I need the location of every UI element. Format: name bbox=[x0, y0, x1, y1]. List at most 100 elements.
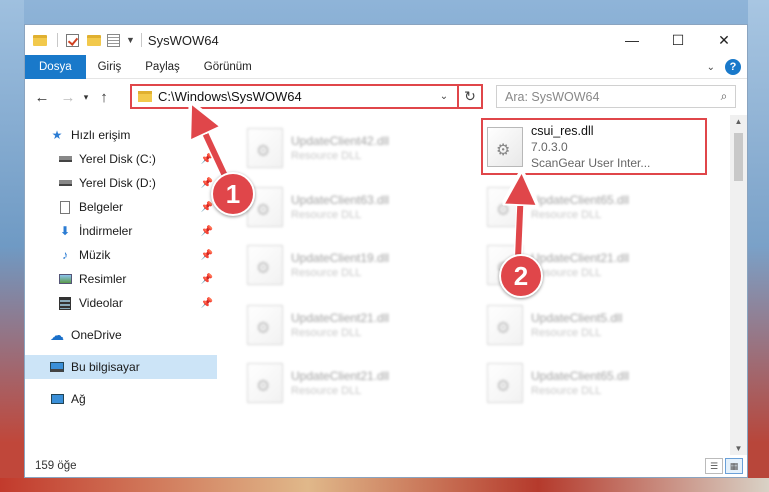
desktop-background-bottom bbox=[0, 478, 769, 492]
sidebar-item-music[interactable]: ♪ Müzik 📌 bbox=[25, 243, 217, 267]
tab-dosya[interactable]: Dosya bbox=[25, 54, 86, 79]
properties-check-icon[interactable] bbox=[66, 33, 79, 47]
search-input[interactable]: Ara: SysWOW64 bbox=[497, 90, 713, 104]
file-item[interactable]: ⚙ UpdateClient21.dll Resource DLL bbox=[247, 297, 477, 353]
star-icon: ★ bbox=[51, 128, 63, 142]
sidebar-item-quick-access[interactable]: ★ Hızlı erişim bbox=[25, 123, 217, 147]
scrollbar-thumb[interactable] bbox=[734, 133, 743, 181]
details-view-icon[interactable]: ☰ bbox=[705, 458, 723, 474]
minimize-button[interactable]: — bbox=[609, 25, 655, 55]
file-item[interactable]: ⚙ UpdateClient65.dll Resource DLL bbox=[487, 355, 717, 411]
explorer-window: ▼ SysWOW64 — ☐ ✕ Dosya Giriş Paylaş Görü… bbox=[24, 24, 748, 478]
dll-file-icon: ⚙ bbox=[487, 305, 523, 345]
file-item[interactable]: ⚙ UpdateClient21.dll Resource DLL bbox=[247, 355, 477, 411]
file-type: Resource DLL bbox=[291, 385, 362, 397]
scroll-down-arrow-icon[interactable]: ▼ bbox=[730, 444, 747, 453]
file-type: Resource DLL bbox=[531, 327, 602, 339]
refresh-button[interactable]: ↻ bbox=[457, 84, 483, 109]
sidebar-item-documents[interactable]: Belgeler 📌 bbox=[25, 195, 217, 219]
file-version: 7.0.3.0 bbox=[531, 139, 568, 154]
pin-icon[interactable]: 📌 bbox=[201, 226, 213, 237]
new-folder-icon[interactable] bbox=[87, 34, 101, 46]
file-type: Resource DLL bbox=[531, 209, 602, 221]
file-name: UpdateClient65.dll bbox=[531, 369, 630, 383]
address-path[interactable]: C:\Windows\SysWOW64 bbox=[158, 89, 434, 104]
recent-locations-chevron-icon[interactable]: ▾ bbox=[79, 92, 93, 103]
scroll-up-arrow-icon[interactable]: ▲ bbox=[730, 117, 747, 126]
sidebar-item-label: Yerel Disk (D:) bbox=[79, 176, 156, 190]
file-type: Resource DLL bbox=[531, 385, 602, 397]
highlighted-file-item[interactable]: ⚙ csui_res.dll 7.0.3.0 ScanGear User Int… bbox=[481, 118, 707, 175]
tab-paylas[interactable]: Paylaş bbox=[133, 55, 192, 79]
sidebar-item-label: Belgeler bbox=[79, 200, 124, 214]
up-arrow-icon[interactable]: ↑ bbox=[93, 89, 115, 106]
address-bar[interactable]: C:\Windows\SysWOW64 ⌄ bbox=[130, 84, 482, 109]
sidebar-item-pictures[interactable]: Resimler 📌 bbox=[25, 267, 217, 291]
file-name: UpdateClient21.dll bbox=[531, 251, 630, 265]
navigation-pane: ★ Hızlı erişim Yerel Disk (C:) 📌 Yerel D… bbox=[25, 115, 217, 455]
dll-file-icon: ⚙ bbox=[487, 363, 523, 403]
cloud-icon: ☁ bbox=[50, 326, 64, 343]
sidebar-item-local-disk-d[interactable]: Yerel Disk (D:) 📌 bbox=[25, 171, 217, 195]
file-type: Resource DLL bbox=[291, 150, 362, 162]
tab-gorunum[interactable]: Görünüm bbox=[192, 55, 264, 79]
customize-toolbar-chevron-icon[interactable]: ▼ bbox=[126, 35, 135, 45]
sidebar-item-onedrive[interactable]: ☁ OneDrive bbox=[25, 323, 217, 347]
desktop-background-right bbox=[748, 0, 769, 492]
pin-icon[interactable]: 📌 bbox=[201, 202, 213, 213]
close-button[interactable]: ✕ bbox=[701, 25, 747, 55]
sidebar-item-network[interactable]: Ağ bbox=[25, 387, 217, 411]
step-badge-2: 2 bbox=[499, 254, 543, 298]
sidebar-item-local-disk-c[interactable]: Yerel Disk (C:) 📌 bbox=[25, 147, 217, 171]
dll-file-icon: ⚙ bbox=[247, 305, 283, 345]
view-switcher: ☰ ▦ bbox=[703, 458, 743, 474]
status-bar: 159 öğe ☰ ▦ bbox=[25, 455, 747, 477]
forward-arrow-icon[interactable]: → bbox=[57, 89, 79, 106]
dll-file-icon: ⚙ bbox=[247, 363, 283, 403]
drive-icon bbox=[57, 151, 73, 167]
network-icon bbox=[49, 391, 65, 407]
sidebar-item-label: İndirmeler bbox=[79, 224, 133, 238]
back-arrow-icon[interactable]: ← bbox=[31, 89, 53, 106]
file-item[interactable]: ⚙ UpdateClient5.dll Resource DLL bbox=[487, 297, 717, 353]
tiles-view-icon[interactable]: ▦ bbox=[725, 458, 743, 474]
sidebar-item-label: Ağ bbox=[71, 392, 86, 406]
file-item[interactable]: ⚙ UpdateClient42.dll Resource DLL bbox=[247, 120, 477, 176]
sidebar-item-label: Videolar bbox=[79, 296, 123, 310]
drive-icon bbox=[57, 175, 73, 191]
sidebar-item-label: Resimler bbox=[79, 272, 127, 286]
computer-icon bbox=[49, 359, 65, 375]
file-type: Resource DLL bbox=[291, 267, 362, 279]
properties-list-icon[interactable] bbox=[107, 33, 120, 47]
pin-icon[interactable]: 📌 bbox=[201, 298, 213, 309]
navigation-bar: ← → ▾ ↑ C:\Windows\SysWOW64 ⌄ ↻ Ara: Sys… bbox=[25, 80, 747, 114]
file-name: UpdateClient5.dll bbox=[531, 311, 623, 325]
search-box[interactable]: Ara: SysWOW64 ⌕ bbox=[496, 85, 736, 108]
window-controls: — ☐ ✕ bbox=[609, 25, 747, 55]
sidebar-item-downloads[interactable]: ⬇ İndirmeler 📌 bbox=[25, 219, 217, 243]
toolbar-divider bbox=[140, 33, 142, 47]
address-dropdown-chevron-icon[interactable]: ⌄ bbox=[434, 91, 454, 102]
pin-icon[interactable]: 📌 bbox=[201, 154, 213, 165]
title-bar: ▼ SysWOW64 — ☐ ✕ bbox=[25, 25, 747, 55]
sidebar-item-videos[interactable]: Videolar 📌 bbox=[25, 291, 217, 315]
pictures-icon bbox=[57, 271, 73, 287]
file-item[interactable]: ⚙ UpdateClient63.dll Resource DLL bbox=[247, 179, 477, 235]
help-icon[interactable]: ? bbox=[725, 59, 741, 75]
pin-icon[interactable]: 📌 bbox=[201, 274, 213, 285]
sidebar-item-this-pc[interactable]: Bu bilgisayar bbox=[25, 355, 217, 379]
step-badge-1: 1 bbox=[211, 172, 255, 216]
file-item[interactable]: ⚙ UpdateClient19.dll Resource DLL bbox=[247, 237, 477, 293]
ribbon-tabs: Dosya Giriş Paylaş Görünüm ⌄ ? bbox=[25, 54, 747, 79]
expand-ribbon-chevron-icon[interactable]: ⌄ bbox=[707, 62, 715, 73]
item-count: 159 öğe bbox=[35, 460, 77, 472]
vertical-scrollbar[interactable]: ▲ ▼ bbox=[730, 115, 747, 455]
file-name: UpdateClient63.dll bbox=[291, 193, 390, 207]
tab-giris[interactable]: Giriş bbox=[86, 55, 134, 79]
file-type: Resource DLL bbox=[291, 327, 362, 339]
search-icon[interactable]: ⌕ bbox=[713, 89, 735, 104]
file-item[interactable]: ⚙ UpdateClient65.dll Resource DLL bbox=[487, 179, 717, 235]
maximize-button[interactable]: ☐ bbox=[655, 25, 701, 55]
pin-icon[interactable]: 📌 bbox=[201, 250, 213, 261]
dll-file-icon: ⚙ bbox=[487, 126, 523, 167]
